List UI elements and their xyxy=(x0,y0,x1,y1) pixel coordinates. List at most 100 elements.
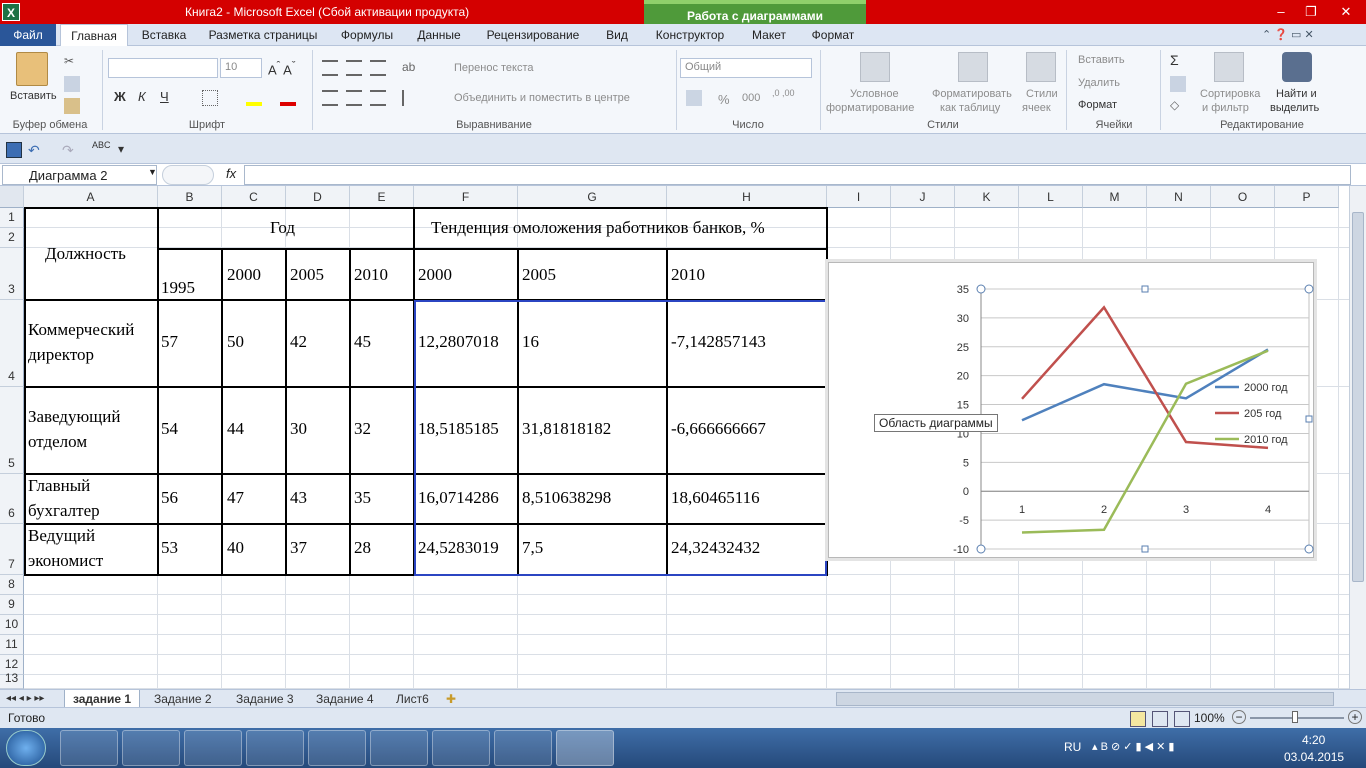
tab-data[interactable]: Данные xyxy=(408,24,470,46)
indent-icon[interactable] xyxy=(402,90,418,106)
align-center-icon[interactable] xyxy=(346,90,362,106)
normal-view-icon[interactable] xyxy=(1130,711,1146,727)
number-format-box[interactable]: Общий xyxy=(680,58,812,78)
format-painter-icon[interactable] xyxy=(64,98,80,114)
paste-button[interactable]: Вставить xyxy=(10,90,57,102)
row-header[interactable]: 10 xyxy=(0,615,24,635)
year-value-cell[interactable]: 57 xyxy=(161,332,178,352)
format-as-table-icon[interactable] xyxy=(958,52,988,82)
select-all-corner[interactable] xyxy=(0,186,24,208)
column-header[interactable]: C xyxy=(222,186,286,208)
internet-explorer-icon[interactable] xyxy=(494,730,552,766)
trend-year-2010[interactable]: 2010 xyxy=(671,265,705,285)
resize-handle[interactable] xyxy=(1141,285,1149,293)
conditional-formatting-line2[interactable]: форматирование xyxy=(826,102,914,114)
column-header[interactable]: J xyxy=(891,186,955,208)
find-select-line2[interactable]: выделить xyxy=(1270,102,1319,114)
chart-canvas[interactable]: -10-5051015202530351 2 3 42000 год205 год20… xyxy=(829,263,1315,559)
y-tick-label[interactable]: 25 xyxy=(957,342,969,354)
chrome-icon[interactable] xyxy=(246,730,304,766)
row-header[interactable]: 5 xyxy=(0,387,24,474)
sheet-nav-arrows[interactable]: ◂◂ ◂ ▸ ▸▸ xyxy=(6,690,44,708)
y-tick-label[interactable]: -5 xyxy=(959,515,969,527)
delete-cells-button[interactable]: Удалить xyxy=(1078,77,1120,89)
year-2005[interactable]: 2005 xyxy=(290,265,324,285)
header-position[interactable]: Должность xyxy=(45,244,126,264)
excel-taskbar-icon[interactable] xyxy=(556,730,614,766)
save-icon[interactable] xyxy=(6,142,22,158)
y-tick-label[interactable]: 30 xyxy=(957,313,969,325)
column-header[interactable]: K xyxy=(955,186,1019,208)
year-value-cell[interactable]: 54 xyxy=(161,419,178,439)
header-trend[interactable]: Тенденция омоложения работников банков, … xyxy=(431,218,765,238)
trend-year-2005[interactable]: 2005 xyxy=(522,265,556,285)
column-header[interactable]: F xyxy=(414,186,518,208)
sort-filter-line2[interactable]: и фильтр xyxy=(1202,102,1249,114)
name-box-dropdown-icon[interactable]: ▼ xyxy=(148,167,157,177)
start-button-icon[interactable] xyxy=(6,730,46,766)
y-tick-label[interactable]: 15 xyxy=(957,400,969,412)
x-tick-label[interactable]: 1 xyxy=(1019,504,1025,516)
year-value-cell[interactable]: 50 xyxy=(227,332,244,352)
increase-decimal-icon[interactable]: ,0 ,00 xyxy=(772,88,795,98)
percent-button[interactable]: % xyxy=(718,92,730,107)
font-name-box[interactable] xyxy=(108,58,218,78)
column-header[interactable]: O xyxy=(1211,186,1275,208)
ribbon-window-controls[interactable]: ⌃ ❓ ▭ ✕ xyxy=(1262,28,1362,42)
minimize-button[interactable]: – xyxy=(1268,2,1294,22)
conditional-formatting-line1[interactable]: Условное xyxy=(850,88,899,100)
year-value-cell[interactable]: 53 xyxy=(161,538,178,558)
year-value-cell[interactable]: 37 xyxy=(290,538,307,558)
thousands-button[interactable]: 000 xyxy=(742,92,760,104)
tab-view[interactable]: Вид xyxy=(596,24,638,46)
resize-handle[interactable] xyxy=(976,544,986,554)
resize-handle[interactable] xyxy=(1304,544,1314,554)
row-header[interactable]: 4 xyxy=(0,300,24,387)
x-tick-label[interactable]: 4 xyxy=(1265,504,1271,516)
position-cell-line2[interactable]: отделом xyxy=(28,432,87,452)
insert-function-button[interactable]: fx xyxy=(226,166,236,181)
legend-entry[interactable]: 2010 год xyxy=(1244,434,1288,446)
redo-icon[interactable]: ↷ xyxy=(62,142,78,158)
position-cell-line1[interactable]: Коммерческий xyxy=(28,320,134,340)
formula-buttons[interactable] xyxy=(162,165,214,185)
year-value-cell[interactable]: 35 xyxy=(354,488,371,508)
close-button[interactable]: ✕ xyxy=(1328,2,1364,22)
currency-icon[interactable] xyxy=(686,90,702,106)
bold-button[interactable]: Ж xyxy=(114,89,126,104)
fill-icon[interactable] xyxy=(1170,76,1186,92)
clock-time[interactable]: 4:20 xyxy=(1302,733,1325,747)
italic-button[interactable]: К xyxy=(138,89,146,104)
position-cell-line1[interactable]: Главный xyxy=(28,476,90,496)
clock-date[interactable]: 03.04.2015 xyxy=(1284,750,1344,764)
restore-button[interactable]: ❐ xyxy=(1298,2,1324,22)
align-left-icon[interactable] xyxy=(322,90,338,106)
vertical-scrollbar[interactable] xyxy=(1349,186,1366,689)
y-tick-label[interactable]: 20 xyxy=(957,371,969,383)
tab-page-layout[interactable]: Разметка страницы xyxy=(200,24,326,46)
year-value-cell[interactable]: 47 xyxy=(227,488,244,508)
vertical-scroll-thumb[interactable] xyxy=(1352,212,1364,582)
series-line[interactable] xyxy=(1021,305,1269,450)
visual-studio-icon[interactable] xyxy=(122,730,180,766)
resize-handle[interactable] xyxy=(1304,284,1314,294)
cell-styles-line1[interactable]: Стили xyxy=(1026,88,1058,100)
year-2010[interactable]: 2010 xyxy=(354,265,388,285)
column-header[interactable]: D xyxy=(286,186,350,208)
year-value-cell[interactable]: 45 xyxy=(354,332,371,352)
zoom-out-icon[interactable]: − xyxy=(1232,710,1246,724)
sheet-tab-1[interactable]: задание 1 xyxy=(64,690,140,708)
cut-icon[interactable]: ✂ xyxy=(64,54,80,70)
row-header[interactable]: 3 xyxy=(0,248,24,300)
insert-cells-button[interactable]: Вставить xyxy=(1078,54,1125,66)
formula-input[interactable] xyxy=(244,165,1351,185)
row-header[interactable]: 7 xyxy=(0,524,24,575)
legend-entry[interactable]: 205 год xyxy=(1244,408,1282,420)
copy-icon[interactable] xyxy=(64,76,80,92)
sheet-tab-4[interactable]: Задание 4 xyxy=(316,690,374,708)
column-header[interactable]: E xyxy=(350,186,414,208)
year-value-cell[interactable]: 42 xyxy=(290,332,307,352)
merge-center-button[interactable]: Объединить и поместить в центре xyxy=(454,92,630,104)
tab-file[interactable]: Файл xyxy=(0,24,56,46)
format-cells-button[interactable]: Формат xyxy=(1078,99,1117,111)
